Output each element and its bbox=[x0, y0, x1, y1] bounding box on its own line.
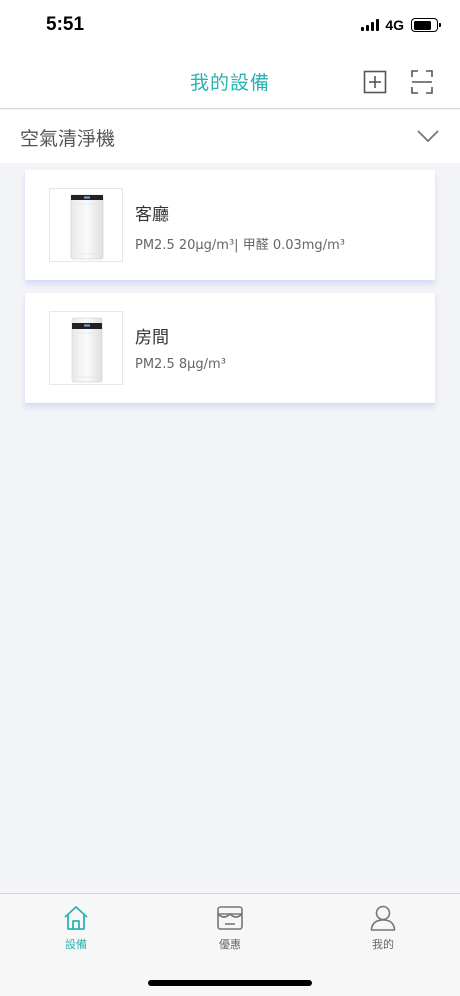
device-thumbnail bbox=[49, 311, 123, 385]
add-device-button[interactable] bbox=[363, 70, 387, 94]
tab-offers[interactable]: 優惠 bbox=[190, 902, 270, 962]
network-type: 4G bbox=[385, 17, 404, 33]
device-card[interactable]: 客廳 PM2.5 20μg/m³| 甲醛 0.03mg/m³ bbox=[25, 170, 435, 280]
chevron-down-icon bbox=[417, 130, 439, 143]
device-card[interactable]: 房間 PM2.5 8μg/m³ bbox=[25, 293, 435, 403]
status-time: 5:51 bbox=[46, 14, 85, 35]
user-icon bbox=[370, 905, 396, 931]
device-thumbnail bbox=[49, 188, 123, 262]
page-title: 我的設備 bbox=[189, 72, 270, 94]
add-square-icon bbox=[363, 70, 387, 94]
signal-icon bbox=[361, 19, 380, 31]
device-name: 客廳 bbox=[135, 205, 169, 225]
status-bar: 5:51 4G bbox=[0, 0, 460, 54]
tab-profile[interactable]: 我的 bbox=[343, 902, 423, 962]
tab-label: 設備 bbox=[65, 938, 87, 951]
nav-bar: 我的設備 bbox=[0, 54, 460, 109]
tab-label: 我的 bbox=[372, 938, 394, 951]
category-toggle[interactable] bbox=[416, 128, 440, 144]
battery-icon bbox=[411, 18, 441, 32]
category-header[interactable]: 空氣清淨機 bbox=[0, 110, 460, 163]
home-indicator bbox=[148, 980, 312, 986]
tab-devices[interactable]: 設備 bbox=[36, 902, 116, 962]
air-purifier-image bbox=[70, 194, 104, 260]
status-indicators: 4G bbox=[361, 16, 441, 34]
category-label: 空氣清淨機 bbox=[20, 128, 116, 150]
scan-button[interactable] bbox=[411, 70, 433, 94]
device-reading: PM2.5 20μg/m³| 甲醛 0.03mg/m³ bbox=[135, 238, 345, 253]
tab-label: 優惠 bbox=[219, 938, 241, 951]
air-purifier-image bbox=[71, 317, 103, 383]
device-reading: PM2.5 8μg/m³ bbox=[135, 357, 226, 372]
store-icon bbox=[217, 906, 243, 930]
device-name: 房間 bbox=[135, 328, 169, 348]
scan-icon bbox=[411, 70, 433, 94]
home-icon bbox=[64, 906, 88, 930]
